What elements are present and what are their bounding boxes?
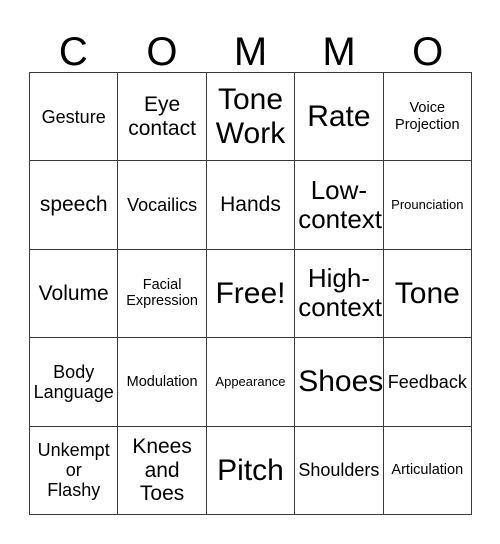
bingo-cell[interactable]: Appearance [206, 338, 296, 427]
bingo-cell-label: Appearance [215, 373, 286, 389]
bingo-cell[interactable]: Tone Work [206, 73, 296, 162]
bingo-cell-label: Hands [220, 193, 281, 217]
bingo-cell[interactable]: Free! [206, 249, 296, 339]
bingo-cell-label: Knees and Toes [132, 435, 192, 506]
bingo-cell-label: Voice Projection [395, 100, 460, 133]
bingo-cell-label: Feedback [387, 371, 467, 392]
bingo-cell-label: Pitch [217, 453, 284, 487]
bingo-cell[interactable]: Articulation [383, 426, 472, 515]
bingo-cell[interactable]: Tone [383, 249, 472, 339]
bingo-cell[interactable]: Facial Expression [118, 249, 207, 339]
bingo-cell-label: speech [39, 193, 108, 217]
bingo-grid: Gesture Eye contact Tone Work Rate Voice Pro… [29, 72, 472, 515]
bingo-cell-label: Shoulders [298, 460, 380, 481]
bingo-cell[interactable]: Low- context [295, 161, 384, 250]
bingo-cell[interactable]: Feedback [383, 338, 472, 427]
bingo-cell[interactable]: Unkempt or Flashy [30, 426, 119, 515]
bingo-cell-label: Vocailics [127, 195, 198, 216]
bingo-cell[interactable]: High- context [295, 249, 384, 339]
bingo-cell-label: Unkempt or Flashy [37, 440, 110, 501]
bingo-cell[interactable]: Prounciation [383, 161, 472, 250]
bingo-cell-label: Body Language [33, 361, 114, 402]
bingo-cell[interactable]: Pitch [206, 426, 296, 515]
bingo-cell[interactable]: Vocailics [118, 161, 207, 250]
bingo-cell-label: Modulation [126, 373, 198, 390]
bingo-header: C O M M O [29, 22, 472, 72]
bingo-cell-label: Shoes [298, 365, 384, 399]
bingo-cell[interactable]: Gesture [30, 73, 119, 162]
bingo-cell-label: Eye contact [128, 93, 196, 140]
header-letter-4: M [322, 30, 356, 74]
bingo-cell[interactable]: Hands [206, 161, 296, 250]
bingo-cell-label: Volume [38, 281, 109, 305]
bingo-cell-label: Low- context [298, 174, 383, 235]
bingo-cell-label: Rate [307, 99, 371, 133]
header-letter-2: O [146, 30, 178, 74]
bingo-cell[interactable]: Body Language [30, 338, 119, 427]
bingo-cell[interactable]: Volume [30, 249, 119, 339]
header-letter-1: C [58, 30, 88, 74]
bingo-cell[interactable]: Modulation [118, 338, 207, 427]
bingo-cell[interactable]: Voice Projection [383, 73, 472, 162]
bingo-cell-label: High- context [298, 263, 383, 323]
bingo-card: C O M M O Gesture Eye contact Tone Work Rat… [0, 0, 500, 544]
bingo-cell-label: Articulation [391, 462, 464, 479]
bingo-cell-label: Prounciation [391, 196, 464, 212]
bingo-cell-label: Tone Work [215, 83, 286, 150]
header-letter-3: M [233, 30, 268, 74]
bingo-cell-label: Facial Expression [126, 277, 198, 310]
bingo-cell[interactable]: Shoes [295, 338, 384, 427]
bingo-cell[interactable]: Knees and Toes [118, 426, 207, 515]
bingo-cell-label: Gesture [41, 106, 106, 127]
bingo-cell[interactable]: Eye contact [118, 73, 207, 162]
bingo-cell[interactable]: speech [30, 161, 119, 250]
bingo-cell[interactable]: Shoulders [295, 426, 384, 515]
bingo-cell[interactable]: Rate [295, 73, 384, 162]
bingo-cell-label: Tone [394, 276, 460, 310]
header-letter-5: O [412, 30, 444, 74]
bingo-cell-label: Free! [215, 276, 286, 310]
